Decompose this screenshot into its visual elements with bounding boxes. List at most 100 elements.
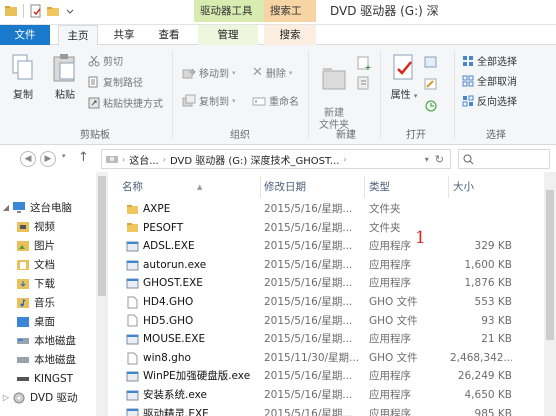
easy-access-icon[interactable]: [356, 75, 372, 91]
edit-icon[interactable]: [424, 77, 438, 91]
chevron-down-icon[interactable]: [63, 4, 77, 18]
recent-locations-chevron-icon[interactable]: ▾: [62, 152, 66, 160]
nav-item-label: 图片: [34, 240, 55, 252]
nav-item-local-disk-d[interactable]: 本地磁盘: [0, 350, 96, 369]
new-folder-button[interactable]: 新建 文件夹: [314, 53, 354, 132]
annotation-number: 1: [415, 228, 426, 248]
nav-pane-scrollbar[interactable]: [96, 172, 108, 416]
nav-item-music[interactable]: 音乐: [0, 293, 96, 312]
breadcrumb-dvd-drive[interactable]: DVD 驱动器 (G:) 深度技术_GHOST...: [166, 152, 343, 167]
breadcrumb-this-pc[interactable]: 这台...: [125, 152, 163, 167]
file-row[interactable]: WinPE加强硬盘版.exe 2015/5/16/星期... 应用程序 26,249 …: [110, 367, 544, 386]
nav-item-videos[interactable]: 视频: [0, 217, 96, 236]
dvd-drive-icon: [106, 156, 118, 163]
file-row[interactable]: 安装系统.exe 2015/5/16/星期... 应用程序 4,650 KB: [110, 386, 544, 405]
scissors-icon: [88, 55, 100, 66]
quick-access-toolbar: [4, 4, 77, 18]
search-input[interactable]: [458, 149, 550, 169]
tab-view[interactable]: 查看: [148, 25, 190, 45]
application-icon: [126, 389, 139, 402]
address-dropdown-icon[interactable]: ▾: [425, 155, 435, 164]
tab-file[interactable]: 文件: [0, 25, 50, 45]
nav-item-dvd-drive[interactable]: ▷ DVD 驱动: [0, 388, 96, 407]
file-name: HD4.GHO: [143, 296, 194, 308]
properties-icon[interactable]: [29, 4, 43, 18]
file-row[interactable]: HD4.GHO 2015/5/16/星期... GHO 文件 553 KB: [110, 293, 544, 312]
properties-button[interactable]: 属性 ▾: [386, 53, 422, 101]
column-separator[interactable]: [448, 176, 449, 198]
copy-button[interactable]: 复制: [8, 53, 38, 101]
file-date: 2015/5/16/星期...: [264, 389, 353, 401]
expand-chevron-icon[interactable]: ▷: [0, 393, 12, 402]
download-folder-icon: [17, 279, 29, 289]
file-type: GHO 文件: [369, 351, 418, 364]
scrollbar-thumb[interactable]: [546, 190, 554, 340]
column-header-size[interactable]: 大小: [453, 178, 474, 196]
forward-button[interactable]: ▶: [40, 151, 56, 167]
nav-item-label: 下载: [34, 278, 55, 290]
file-icon: [126, 314, 139, 327]
file-date: 2015/5/16/星期...: [264, 221, 353, 234]
file-list-scrollbar[interactable]: [544, 172, 556, 416]
nav-item-desktop[interactable]: 桌面: [0, 312, 96, 331]
nav-item-this-pc[interactable]: ◢ 这台电脑: [0, 198, 96, 217]
file-row[interactable]: ADSL.EXE 2015/5/16/星期... 应用程序 329 KB: [110, 237, 544, 256]
open-icon[interactable]: [424, 55, 438, 69]
scrollbar-thumb[interactable]: [98, 176, 106, 296]
picture-folder-icon: [17, 241, 29, 251]
file-row[interactable]: MOUSE.EXE 2015/5/16/星期... 应用程序 21 KB: [110, 330, 544, 349]
move-to-button[interactable]: 移动到 ▾: [182, 65, 236, 80]
collapse-chevron-icon[interactable]: ◢: [0, 203, 12, 212]
tab-manage[interactable]: 管理: [198, 25, 258, 45]
file-name-cell: GHOST.EXE: [126, 274, 261, 293]
nav-item-pictures[interactable]: 图片: [0, 236, 96, 255]
column-header-name[interactable]: 名称 ▲: [122, 178, 257, 196]
file-row[interactable]: PESOFT 2015/5/16/星期... 文件夹: [110, 219, 544, 238]
file-type: 文件夹: [369, 203, 401, 215]
file-row[interactable]: autorun.exe 2015/5/16/星期... 应用程序 1,600 KB: [110, 256, 544, 275]
file-date: 2015/5/16/星期...: [264, 203, 353, 215]
cut-button[interactable]: 剪切: [88, 53, 123, 68]
file-type: 应用程序: [369, 389, 411, 401]
tab-share[interactable]: 共享: [104, 25, 144, 45]
tab-home[interactable]: 主页: [58, 25, 98, 46]
column-header-type[interactable]: 类型: [369, 178, 390, 196]
copy-to-button[interactable]: 复制到 ▾: [182, 93, 236, 108]
column-separator[interactable]: [260, 176, 261, 198]
file-name-cell: win8.gho: [126, 349, 261, 368]
paste-shortcut-button[interactable]: 粘贴快捷方式: [88, 95, 163, 110]
select-all-button[interactable]: 全部选择: [462, 53, 517, 68]
invert-selection-button[interactable]: 反向选择: [462, 93, 517, 108]
new-folder-icon[interactable]: [46, 4, 60, 18]
file-row[interactable]: AXPE 2015/5/16/星期... 文件夹: [110, 200, 544, 219]
file-name-cell: HD4.GHO: [126, 293, 261, 312]
copy-path-button[interactable]: 复制路径: [88, 74, 143, 89]
tab-search[interactable]: 搜索: [264, 25, 316, 45]
address-field[interactable]: › 这台... › DVD 驱动器 (G:) 深度技术_GHOST... › ▾…: [101, 149, 451, 169]
select-none-button[interactable]: 全部取消: [462, 73, 517, 88]
chevron-down-icon: ▾: [232, 68, 236, 77]
file-name-cell: ADSL.EXE: [126, 237, 261, 256]
column-header-date[interactable]: 修改日期: [264, 178, 306, 196]
file-name: HD5.GHO: [143, 314, 194, 327]
paste-button[interactable]: 粘贴: [48, 53, 82, 101]
nav-item-kingston[interactable]: KINGST: [0, 369, 96, 388]
new-item-icon[interactable]: [356, 55, 372, 71]
history-icon[interactable]: [424, 99, 438, 113]
file-name-cell: WinPE加强硬盘版.exe: [126, 367, 261, 386]
rename-button[interactable]: 重命名: [252, 93, 299, 108]
up-arrow-icon[interactable]: ↑: [78, 150, 89, 165]
column-separator[interactable]: [364, 176, 365, 198]
file-row[interactable]: HD5.GHO 2015/5/16/星期... GHO 文件 93 KB: [110, 312, 544, 331]
nav-item-downloads[interactable]: 下载: [0, 274, 96, 293]
nav-item-documents[interactable]: 文档: [0, 255, 96, 274]
file-name: 安装系统.exe: [143, 389, 207, 401]
search-icon: [463, 154, 474, 165]
file-row[interactable]: 驱动精灵.EXE 2015/5/16/星期... 应用程序 985 KB: [110, 405, 544, 416]
refresh-icon[interactable]: ↻: [435, 153, 450, 166]
nav-item-local-disk-c[interactable]: 本地磁盘: [0, 331, 96, 350]
delete-button[interactable]: ✕ 删除 ▾: [252, 65, 292, 80]
file-row[interactable]: GHOST.EXE 2015/5/16/星期... 应用程序 1,876 KB: [110, 274, 544, 293]
file-row[interactable]: win8.gho 2015/11/30/星期... GHO 文件 2,468,342.…: [110, 349, 544, 368]
back-button[interactable]: ◀: [20, 151, 36, 167]
